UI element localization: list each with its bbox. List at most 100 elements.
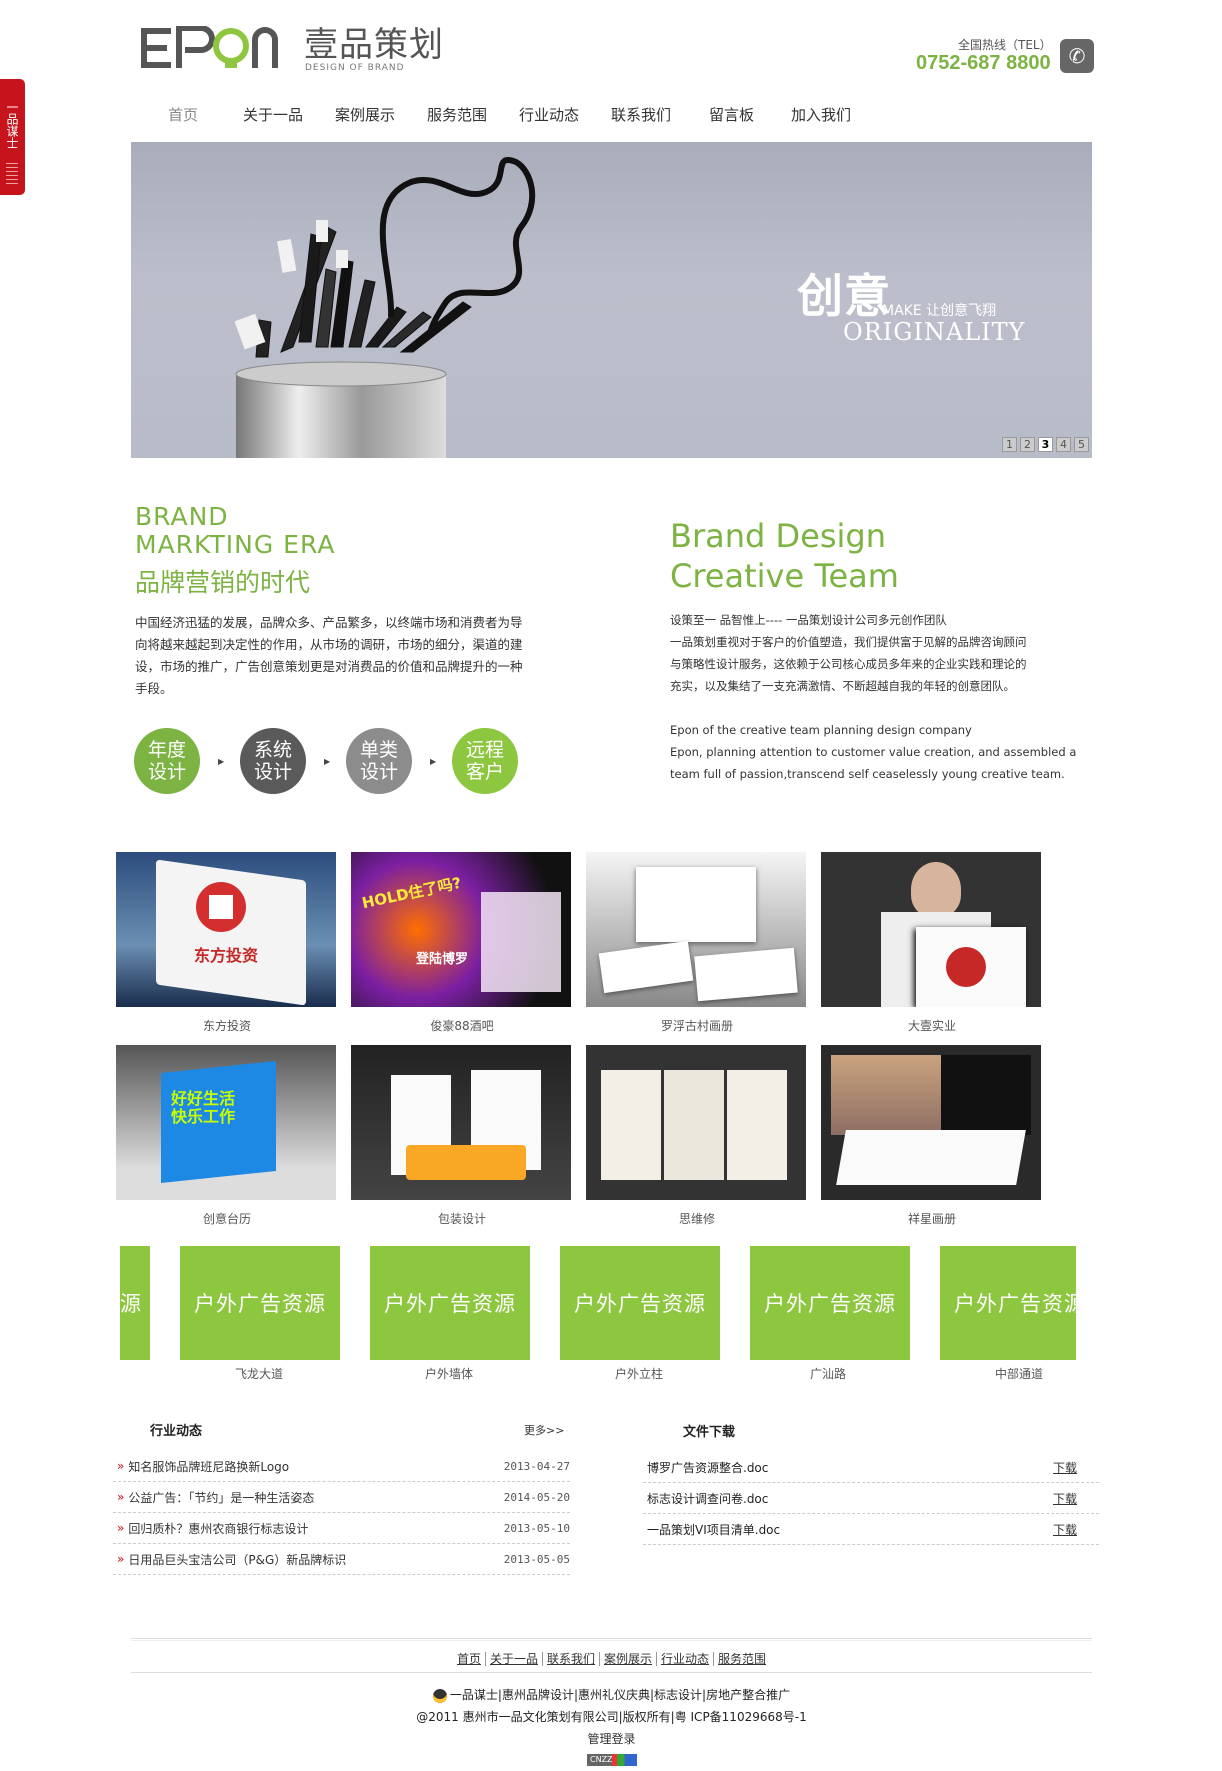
logo[interactable]: 壹品策划 DESIGN OF BRAND bbox=[139, 24, 449, 73]
admin-login-link[interactable]: 管理登录 bbox=[131, 1730, 1092, 1747]
outdoor-tile-partial[interactable]: 户外广告资源 bbox=[940, 1246, 1076, 1360]
news-title[interactable]: 回归质朴？惠州农商银行标志设计 bbox=[128, 1520, 503, 1537]
nav-item-guestbook[interactable]: 留言板 bbox=[709, 100, 754, 129]
footer-link-services[interactable]: 服务范围 bbox=[714, 1652, 770, 1666]
news-item[interactable]: » 公益广告：「节约」是一种生活姿态 2014-05-20 bbox=[113, 1482, 570, 1513]
file-item[interactable]: 标志设计调查问卷.doc 下载 bbox=[643, 1483, 1099, 1514]
logo-en bbox=[139, 25, 299, 78]
intro-right-line-en: team full of passion,transcend self ceas… bbox=[670, 767, 1065, 781]
portfolio-item[interactable]: 罗浮古村画册 bbox=[586, 852, 808, 1034]
circle-line2: 设计 bbox=[253, 761, 292, 783]
news-date: 2014-05-20 bbox=[503, 1490, 570, 1504]
portfolio-image-text: 登陆博罗 bbox=[416, 952, 469, 967]
brand-heading-line1: BRAND bbox=[135, 502, 229, 531]
slider-page-1[interactable]: 1 bbox=[1002, 437, 1017, 452]
footer-copyright: @2011 惠州市一品文化策划有限公司|版权所有|粤 ICP备11029668号… bbox=[416, 1710, 807, 1724]
portfolio-caption: 思维修 bbox=[678, 1212, 715, 1226]
double-chevron-icon: » bbox=[117, 1459, 125, 1473]
footer-link-home[interactable]: 首页 bbox=[452, 1652, 486, 1666]
outdoor-tile[interactable]: 户外广告资源 bbox=[180, 1246, 340, 1360]
footer-link-cases[interactable]: 案例展示 bbox=[600, 1652, 658, 1666]
portfolio-caption: 创意台历 bbox=[202, 1212, 251, 1226]
side-consultant-tab[interactable]: 一品谋士 bbox=[0, 79, 25, 195]
file-item[interactable]: 博罗广告资源整合.doc 下载 bbox=[643, 1452, 1099, 1483]
file-item[interactable]: 一品策划VI项目清单.doc 下载 bbox=[643, 1514, 1099, 1545]
arrow-right-icon: ▶ bbox=[324, 757, 331, 766]
file-name[interactable]: 标志设计调查问卷.doc bbox=[643, 1490, 1053, 1507]
portfolio-image: 东方投资 bbox=[116, 852, 336, 1007]
portfolio-image bbox=[586, 852, 806, 1007]
portfolio-item[interactable]: 包装设计 bbox=[351, 1045, 573, 1227]
hero-banner[interactable]: 创意 MAKE 让创意飞翔 ORIGINALITY 1 2 3 4 5 bbox=[131, 142, 1092, 458]
outdoor-tile[interactable]: 户外广告资源 bbox=[560, 1246, 720, 1360]
nav-item-home[interactable]: 首页 bbox=[168, 100, 198, 129]
service-circle-remote[interactable]: 远程 客户 bbox=[452, 728, 518, 794]
file-name[interactable]: 一品策划VI项目清单.doc bbox=[643, 1521, 1053, 1538]
news-item[interactable]: » 知名服饰品牌班尼路换新Logo 2013-04-27 bbox=[113, 1451, 570, 1482]
cnzz-badge[interactable]: CNZZ bbox=[587, 1754, 637, 1766]
outdoor-caption: 中部通道 bbox=[995, 1367, 1044, 1381]
download-link[interactable]: 下载 bbox=[1053, 1490, 1077, 1507]
outdoor-caption: 广汕路 bbox=[810, 1367, 847, 1381]
nav-item-services[interactable]: 服务范围 bbox=[427, 100, 487, 129]
nav-item-about[interactable]: 关于一品 bbox=[243, 100, 303, 129]
file-name[interactable]: 博罗广告资源整合.doc bbox=[643, 1459, 1053, 1476]
circle-line1: 系统 bbox=[253, 739, 292, 761]
nav-item-news[interactable]: 行业动态 bbox=[519, 100, 579, 129]
portfolio-item[interactable]: 东方投资 东方投资 bbox=[116, 852, 338, 1034]
service-circle-annual[interactable]: 年度 设计 bbox=[134, 728, 200, 794]
download-link[interactable]: 下载 bbox=[1053, 1521, 1077, 1538]
portfolio-item[interactable]: 祥星画册 bbox=[821, 1045, 1043, 1227]
service-circle-single[interactable]: 单类 设计 bbox=[346, 728, 412, 794]
files-section-title: 文件下载 bbox=[683, 1425, 736, 1440]
intro-right-line-en: Epon of the creative team planning desig… bbox=[670, 723, 972, 737]
double-chevron-icon: » bbox=[117, 1552, 125, 1566]
nav-item-join[interactable]: 加入我们 bbox=[791, 100, 851, 129]
slider-page-3[interactable]: 3 bbox=[1038, 437, 1053, 452]
footer-link-contact[interactable]: 联系我们 bbox=[542, 1652, 600, 1666]
outdoor-tile-partial[interactable]: 源 bbox=[120, 1246, 150, 1360]
slider-page-4[interactable]: 4 bbox=[1056, 437, 1071, 452]
arrow-right-icon: ▶ bbox=[218, 757, 225, 766]
portfolio-item[interactable]: HOLD住了吗? 登陆博罗 俊豪88酒吧 bbox=[351, 852, 573, 1034]
outdoor-tile-label: 户外广告资源 bbox=[954, 1292, 1076, 1316]
portfolio-item[interactable]: 大壹实业 bbox=[821, 852, 1043, 1034]
download-link[interactable]: 下载 bbox=[1053, 1459, 1077, 1476]
footer-link-news[interactable]: 行业动态 bbox=[657, 1652, 715, 1666]
portfolio-image bbox=[351, 1045, 571, 1200]
footer-link-about[interactable]: 关于一品 bbox=[485, 1652, 543, 1666]
logo-cn: 壹品策划 bbox=[304, 25, 444, 65]
slider-page-5[interactable]: 5 bbox=[1074, 437, 1089, 452]
portfolio-item[interactable]: 好好生活 快乐工作 创意台历 bbox=[116, 1045, 338, 1227]
intro-right-line-en: Epon, planning attention to customer val… bbox=[670, 745, 1077, 759]
portfolio-caption: 东方投资 bbox=[202, 1019, 251, 1033]
news-date: 2013-04-27 bbox=[503, 1459, 570, 1473]
news-title[interactable]: 知名服饰品牌班尼路换新Logo bbox=[128, 1458, 503, 1475]
nav-item-contact[interactable]: 联系我们 bbox=[611, 100, 671, 129]
news-item[interactable]: » 日用品巨头宝洁公司（P&G）新品牌标识 2013-05-05 bbox=[113, 1544, 570, 1575]
news-title[interactable]: 日用品巨头宝洁公司（P&G）新品牌标识 bbox=[128, 1551, 503, 1568]
nav-item-cases[interactable]: 案例展示 bbox=[335, 100, 395, 129]
intro-left-paragraph: 中国经济迅猛的发展，品牌众多、产品繁多，以终端市场和消费者为导向将越来越起到决定… bbox=[135, 615, 523, 696]
footer-keyword-links[interactable]: 一品谋士|惠州品牌设计|惠州礼仪庆典|标志设计|房地产整合推广 bbox=[450, 1688, 790, 1702]
service-circle-system[interactable]: 系统 设计 bbox=[240, 728, 306, 794]
news-more-link[interactable]: 更多>> bbox=[524, 1422, 564, 1438]
outdoor-tile[interactable]: 户外广告资源 bbox=[370, 1246, 530, 1360]
portfolio-image-text: 好好生活 快乐工作 bbox=[171, 1089, 236, 1126]
news-title[interactable]: 公益广告：「节约」是一种生活姿态 bbox=[128, 1489, 503, 1506]
circle-line2: 客户 bbox=[465, 761, 504, 783]
outdoor-tile[interactable]: 户外广告资源 bbox=[750, 1246, 910, 1360]
intro-right-line: 设策至一 品智惟上---- 一品策划设计公司多元创作团队 bbox=[670, 613, 947, 627]
circle-line2: 设计 bbox=[147, 761, 186, 783]
footer-divider bbox=[131, 1638, 1092, 1641]
outdoor-tile-label: 户外广告资源 bbox=[764, 1292, 896, 1316]
arrow-right-icon: ▶ bbox=[430, 757, 437, 766]
outdoor-tile-label: 源 bbox=[120, 1292, 142, 1316]
portfolio-image: HOLD住了吗? 登陆博罗 bbox=[351, 852, 571, 1007]
news-item[interactable]: » 回归质朴？惠州农商银行标志设计 2013-05-10 bbox=[113, 1513, 570, 1544]
portfolio-item[interactable]: 思维修 bbox=[586, 1045, 808, 1227]
slider-pagination: 1 2 3 4 5 bbox=[1002, 437, 1089, 452]
slider-page-2[interactable]: 2 bbox=[1020, 437, 1035, 452]
footer-divider bbox=[131, 1672, 1092, 1673]
footer-keywords: 一品谋士|惠州品牌设计|惠州礼仪庆典|标志设计|房地产整合推广 bbox=[131, 1686, 1092, 1703]
